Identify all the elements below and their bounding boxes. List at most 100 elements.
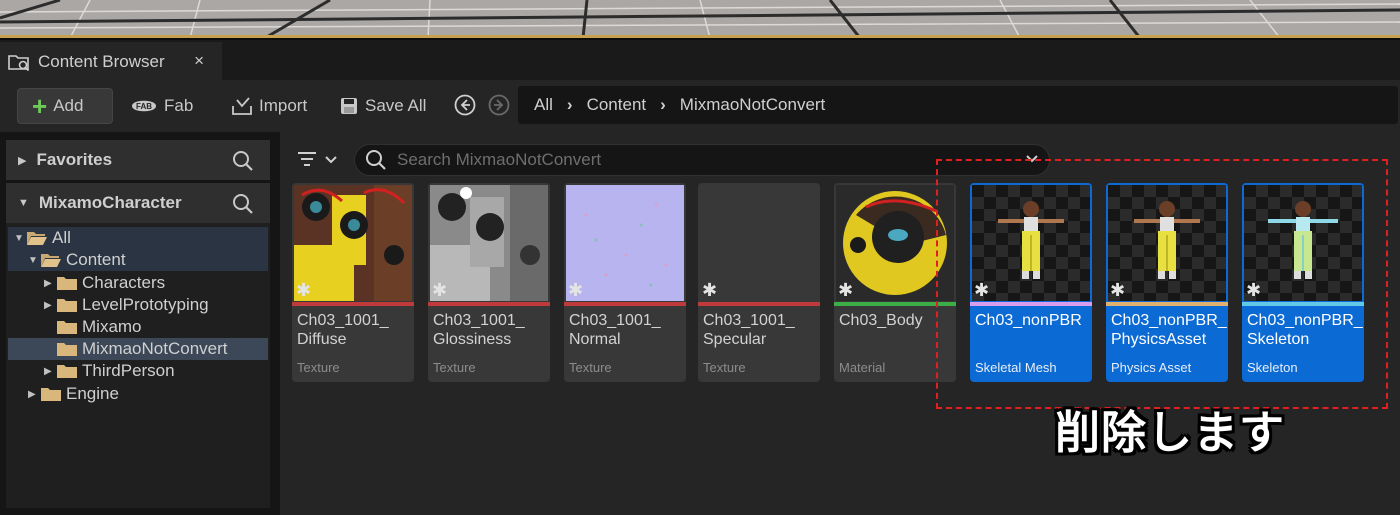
- asset-type: Texture: [433, 360, 476, 375]
- add-label: Add: [53, 96, 84, 115]
- breadcrumb: All › Content › MixmaoNotConvert: [518, 86, 1398, 124]
- asset-card[interactable]: ✱ Ch03_1001_ Normal Texture: [564, 183, 686, 382]
- import-label: Import: [259, 96, 308, 115]
- tree-item-all[interactable]: ▼ All: [8, 227, 268, 249]
- folder-icon: [57, 343, 77, 356]
- search-icon[interactable]: [232, 193, 254, 215]
- texture-thumbnail: [566, 185, 684, 301]
- project-header[interactable]: ▼ MixamoCharacter: [6, 183, 270, 223]
- collapsed-arrow-icon: ▶: [44, 365, 52, 377]
- expanded-arrow-icon: ▼: [18, 197, 29, 209]
- fab-icon: FAB: [132, 100, 156, 112]
- asset-card[interactable]: ✱ Ch03_1001_ Diffuse Texture: [292, 183, 414, 382]
- folder-icon: [57, 365, 77, 378]
- chevron-right-icon[interactable]: ›: [567, 95, 573, 115]
- level-viewport[interactable]: [0, 0, 1400, 38]
- asset-type-color-bar: [428, 302, 550, 306]
- annotation-dashed-box: [936, 159, 1388, 409]
- tab-content-browser[interactable]: Content Browser ×: [0, 42, 222, 82]
- expanded-arrow-icon: ▼: [14, 232, 24, 244]
- asset-name: Ch03_1001_ Glossiness: [433, 312, 525, 348]
- asset-type: Texture: [569, 360, 612, 375]
- folder-icon: [57, 321, 77, 334]
- tree-item-label: Content: [66, 250, 126, 269]
- back-arrow-icon[interactable]: [454, 94, 476, 116]
- search-input[interactable]: [397, 150, 997, 170]
- tree-item-mixmaonotconvert[interactable]: MixmaoNotConvert: [8, 338, 268, 360]
- tab-bar: Content Browser ×: [0, 38, 1400, 82]
- tree-item-label: All: [52, 228, 71, 247]
- tree-item-label: ThirdPerson: [82, 361, 175, 380]
- asset-type-color-bar: [292, 302, 414, 306]
- asset-type-color-bar: [698, 302, 820, 306]
- asset-card[interactable]: ✱ Ch03_1001_ Glossiness Texture: [428, 183, 550, 382]
- asterisk-icon: ✱: [838, 280, 854, 300]
- folder-icon: [57, 277, 77, 290]
- collapsed-arrow-icon: ▶: [44, 277, 52, 289]
- filter-icon[interactable]: [296, 150, 342, 170]
- folder-icon: [57, 299, 77, 312]
- forward-arrow-icon[interactable]: [488, 94, 510, 116]
- open-folder-icon: [41, 254, 61, 267]
- search-icon[interactable]: [232, 150, 254, 172]
- tree-item-engine[interactable]: ▶ Engine: [8, 383, 268, 405]
- folder-icon: [41, 388, 61, 401]
- asset-type-color-bar: [564, 302, 686, 306]
- tree-item-mixamo[interactable]: Mixamo: [8, 316, 268, 338]
- collapsed-arrow-icon: ▶: [28, 388, 36, 400]
- import-button[interactable]: Import: [231, 88, 307, 124]
- asset-name: Ch03_1001_ Normal: [569, 312, 661, 348]
- asset-type: Texture: [297, 360, 340, 375]
- tree-item-characters[interactable]: ▶ Characters: [8, 272, 268, 294]
- content-browser-toolbar: + Add FAB Fab Import Save All All › Cont…: [0, 80, 1400, 132]
- annotation-text: 削除します: [1055, 406, 1286, 459]
- texture-thumbnail: [700, 185, 818, 301]
- folder-tree: ▼ All ▼ Content ▶ Characters ▶ LevelProt…: [6, 223, 270, 508]
- asterisk-icon: ✱: [296, 280, 312, 300]
- asterisk-icon: ✱: [568, 280, 584, 300]
- content-browser-icon: [8, 55, 30, 71]
- tree-item-thirdperson[interactable]: ▶ ThirdPerson: [8, 360, 268, 382]
- texture-thumbnail: [430, 185, 548, 301]
- texture-thumbnail: [294, 185, 412, 301]
- plus-icon: +: [32, 91, 48, 121]
- asset-type: Texture: [703, 360, 746, 375]
- asset-name: Ch03_1001_ Diffuse: [297, 312, 389, 348]
- chevron-right-icon[interactable]: ›: [660, 95, 666, 115]
- save-all-label: Save All: [365, 96, 427, 115]
- expanded-arrow-icon: ▼: [28, 254, 38, 266]
- asterisk-icon: ✱: [432, 280, 448, 300]
- asset-type: Material: [839, 360, 886, 375]
- breadcrumb-current-folder[interactable]: MixmaoNotConvert: [680, 95, 826, 115]
- project-label: MixamoCharacter: [38, 193, 182, 212]
- asterisk-icon: ✱: [702, 280, 718, 300]
- open-folder-icon: [27, 232, 47, 245]
- tab-title: Content Browser: [38, 52, 165, 71]
- viewport-grid: [0, 0, 1400, 38]
- add-button[interactable]: + Add: [17, 88, 113, 124]
- fab-label: Fab: [164, 96, 194, 115]
- favorites-label: Favorites: [36, 150, 113, 169]
- save-all-button[interactable]: Save All: [339, 88, 426, 124]
- breadcrumb-content[interactable]: Content: [587, 95, 647, 115]
- close-icon[interactable]: ×: [194, 51, 204, 71]
- asset-name: Ch03_1001_ Specular: [703, 312, 795, 348]
- tree-item-label: Mixamo: [82, 317, 142, 336]
- breadcrumb-all[interactable]: All: [534, 95, 553, 115]
- import-icon: [232, 97, 252, 115]
- svg-text:FAB: FAB: [136, 102, 152, 111]
- save-icon: [341, 98, 357, 114]
- favorites-header[interactable]: ▶ Favorites: [6, 140, 270, 180]
- search-icon: [366, 150, 386, 170]
- tree-item-levelprototyping[interactable]: ▶ LevelPrototyping: [8, 294, 268, 316]
- fab-button[interactable]: FAB Fab: [130, 88, 193, 124]
- tree-item-label: MixmaoNotConvert: [82, 339, 228, 358]
- asset-card[interactable]: ✱ Ch03_1001_ Specular Texture: [698, 183, 820, 382]
- sources-panel: ▶ Favorites ▼ MixamoCharacter ▼ All ▼ Co…: [0, 132, 276, 515]
- tree-item-label: Characters: [82, 273, 166, 292]
- collapsed-arrow-icon: ▶: [18, 154, 27, 167]
- tree-item-label: Engine: [66, 384, 119, 403]
- tree-item-content[interactable]: ▼ Content: [8, 249, 268, 271]
- collapsed-arrow-icon: ▶: [44, 299, 52, 311]
- tree-item-label: LevelPrototyping: [82, 295, 209, 314]
